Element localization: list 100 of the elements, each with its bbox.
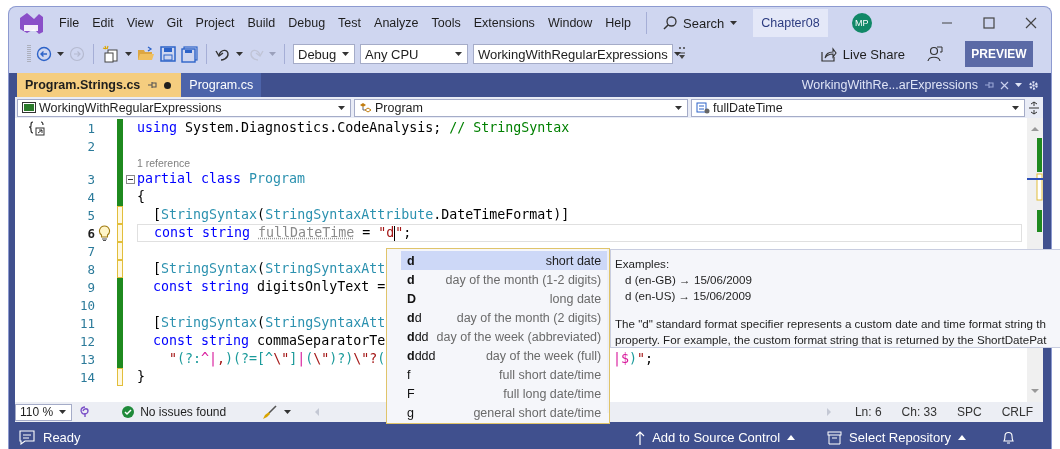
field-icon <box>696 101 710 114</box>
menu-item[interactable]: Extensions <box>467 16 541 30</box>
menu-item[interactable]: Build <box>241 16 282 30</box>
menu-item[interactable]: Window <box>541 16 599 30</box>
comment-icon[interactable] <box>19 430 35 445</box>
platform-dropdown[interactable]: Any CPU <box>360 44 468 64</box>
menu-item[interactable]: Project <box>189 16 241 30</box>
save-icon[interactable] <box>160 46 176 62</box>
completion-item[interactable]: d short date <box>401 251 608 270</box>
caret-icon[interactable] <box>236 52 243 56</box>
code-line: const string fullDateTime = "d"; <box>153 225 412 240</box>
completion-item[interactable]: ddd day of the week (abbreviated) <box>401 327 608 346</box>
member-dropdown[interactable]: fullDateTime <box>691 98 1025 117</box>
pin-icon[interactable] <box>147 80 158 90</box>
split-window-icon[interactable] <box>1028 100 1040 115</box>
line-number: 6 <box>86 225 95 241</box>
column-indicator[interactable]: Ch: 33 <box>901 405 937 419</box>
menu-item[interactable]: Analyze <box>368 16 425 30</box>
live-share-button[interactable]: Live Share <box>820 46 905 62</box>
caret-icon[interactable] <box>342 52 350 56</box>
select-repository-button[interactable]: Select Repository <box>849 430 951 445</box>
save-all-icon[interactable] <box>181 45 198 63</box>
completion-item[interactable]: d day of the month (1-2 digits) <box>401 270 608 289</box>
completion-item[interactable]: dd day of the month (2 digits) <box>401 308 608 327</box>
solution-name: Chapter08 <box>753 9 828 37</box>
reference-count-link[interactable]: 1 reference <box>137 156 191 169</box>
line-number: 3 <box>86 171 95 187</box>
caret-icon[interactable] <box>125 52 132 56</box>
caret-icon[interactable] <box>59 410 67 414</box>
code-line: const string commaSeparatorTe <box>152 333 386 348</box>
caret-icon[interactable] <box>1012 105 1019 110</box>
whitespace-indicator[interactable]: SPC <box>956 405 982 419</box>
caret-icon[interactable] <box>338 105 345 110</box>
description-text: property. For example, the custom format string that is returned by the ShortDatePat <box>615 332 1048 347</box>
configuration-dropdown[interactable]: Debug <box>293 44 355 64</box>
collapse-icon[interactable] <box>125 174 135 184</box>
completion-item[interactable]: D long date <box>401 289 608 308</box>
caret-icon[interactable] <box>283 410 291 414</box>
document-tab[interactable]: Program.Strings.cs <box>17 73 182 97</box>
search-icon <box>663 16 678 30</box>
caret-up-icon[interactable] <box>958 435 966 440</box>
code-line: const string digitsOnlyText = <box>152 279 386 294</box>
issues-status[interactable]: No issues found <box>140 405 227 419</box>
add-to-source-control-button[interactable]: Add to Source Control <box>652 430 781 445</box>
caret-icon[interactable] <box>455 52 462 56</box>
close-icon[interactable] <box>1025 17 1037 29</box>
braces-icon[interactable] <box>28 120 46 136</box>
avatar[interactable]: MP <box>851 13 872 33</box>
type-dropdown[interactable]: Program <box>354 98 688 117</box>
menu-item[interactable]: Debug <box>282 16 332 30</box>
caret-icon[interactable] <box>1015 83 1022 87</box>
brush-icon[interactable] <box>261 405 278 419</box>
document-tab[interactable]: Program.cs <box>181 73 262 97</box>
back-icon[interactable] <box>36 46 52 62</box>
menu-item[interactable]: Edit <box>86 16 120 30</box>
example-text: d (en-US) → 15/06/2009 <box>624 288 753 304</box>
menu-item[interactable]: Tools <box>425 16 467 30</box>
pin-icon[interactable] <box>984 80 994 90</box>
line-number: 1 <box>86 120 95 136</box>
caret-icon[interactable] <box>673 52 681 56</box>
new-project-icon[interactable] <box>102 45 120 63</box>
completion-item[interactable]: dddd day of the week (full) <box>401 346 608 365</box>
project-dropdown[interactable]: WorkingWithRegularExpressions <box>17 98 351 117</box>
code-line: [StringSyntax(StringSyntaxAtt <box>152 261 386 276</box>
description-text: The "d" standard format specifier represents a custom date and time format string th <box>615 316 1047 332</box>
line-number: 12 <box>78 333 95 349</box>
line-ending-indicator[interactable]: CRLF <box>1001 405 1033 419</box>
line-indicator[interactable]: Ln: 6 <box>854 405 882 419</box>
maximize-icon[interactable] <box>983 17 995 29</box>
line-number: 7 <box>86 243 95 259</box>
caret-up-icon[interactable] <box>787 435 796 440</box>
zoom-dropdown[interactable]: 110 % <box>15 403 73 421</box>
logo-icon <box>19 12 43 34</box>
menu-item[interactable]: Help <box>599 16 638 30</box>
feedback-person-icon[interactable] <box>927 46 943 62</box>
caret-icon[interactable] <box>57 52 64 56</box>
menu-item[interactable]: Test <box>332 16 368 30</box>
line-number: 2 <box>86 138 95 154</box>
tab-title[interactable]: WorkingWithRe...arExpressions <box>801 78 978 92</box>
bell-icon[interactable] <box>1002 430 1015 445</box>
caret-icon[interactable] <box>730 21 738 25</box>
caret-icon[interactable] <box>675 105 682 110</box>
line-number: 5 <box>86 207 95 223</box>
menu-item[interactable]: Git <box>160 16 189 30</box>
menu-item[interactable]: View <box>120 16 160 30</box>
menu-item[interactable]: File <box>53 16 86 30</box>
code-line: [StringSyntax(StringSyntaxAttribute.DateTimeFormat)] <box>152 207 570 222</box>
completion-item[interactable]: F full long date/time <box>401 384 608 403</box>
repository-icon[interactable] <box>827 430 843 445</box>
preview-button[interactable]: PREVIEW <box>965 41 1033 67</box>
csharp-project-icon <box>22 102 36 113</box>
line-number: 10 <box>78 297 95 313</box>
open-folder-icon[interactable] <box>137 46 155 62</box>
line-number: 9 <box>86 279 95 295</box>
code-line: |$)"; <box>613 350 654 368</box>
lightbulb-icon[interactable] <box>97 225 111 241</box>
completion-item[interactable]: f full short date/time <box>401 365 608 384</box>
search-button[interactable]: Search <box>655 15 746 31</box>
arrow-up-icon[interactable] <box>635 430 646 445</box>
check-circle-icon[interactable] <box>122 406 135 418</box>
